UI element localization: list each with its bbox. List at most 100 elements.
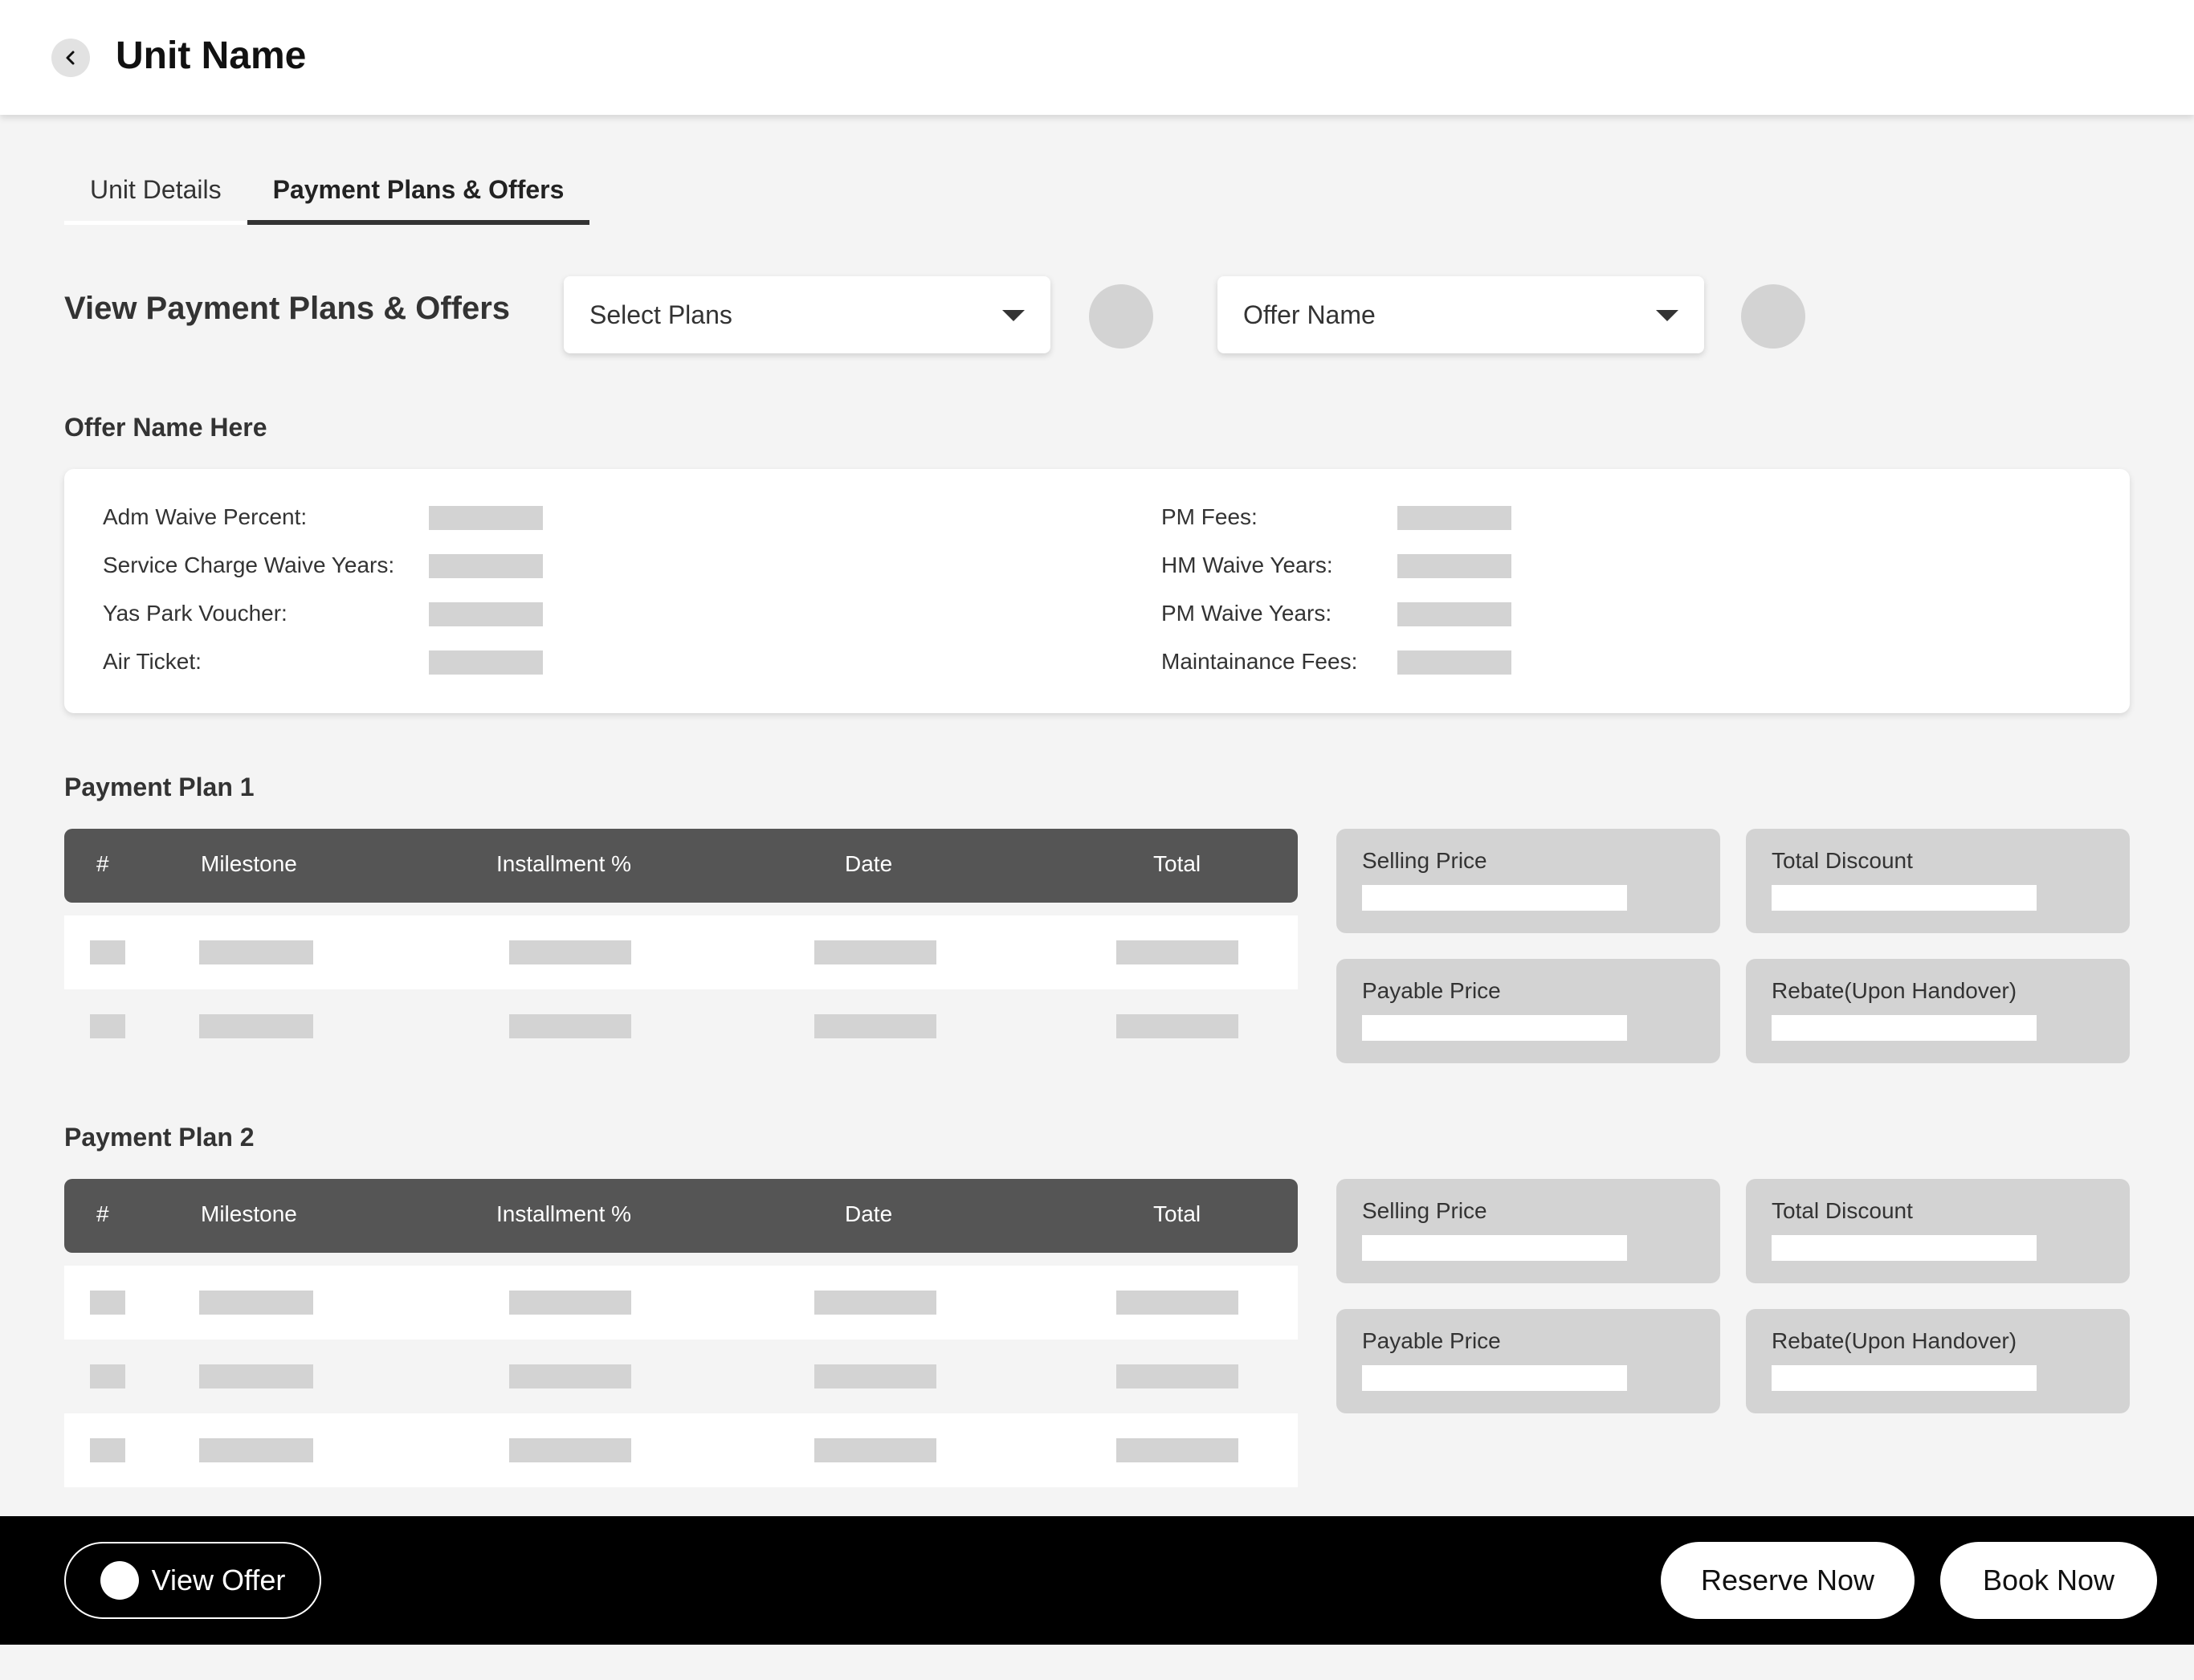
offer-name-dropdown[interactable]: Offer Name (1217, 276, 1704, 353)
total-discount-card: Total Discount (1746, 829, 2130, 933)
caret-down-icon (1002, 310, 1025, 321)
cell-placeholder (814, 1364, 936, 1388)
action-footer: View Offer Reserve Now Book Now (0, 1516, 2194, 1645)
cell-placeholder (1116, 1438, 1238, 1462)
page-title: Unit Name (116, 35, 307, 77)
cell-placeholder (814, 1291, 936, 1315)
payable-price-card: Payable Price (1336, 1309, 1720, 1413)
cell-placeholder (90, 940, 125, 964)
offer-field-value-placeholder (429, 554, 543, 578)
cell-placeholder (90, 1364, 125, 1388)
rebate-value-placeholder (1772, 1365, 2037, 1391)
offer-field-label: PM Fees: (1161, 504, 1258, 529)
offer-field-label: Maintainance Fees: (1161, 649, 1358, 674)
cell-placeholder (509, 940, 631, 964)
payable-price-label: Payable Price (1362, 978, 1501, 1003)
book-now-button[interactable]: Book Now (1940, 1542, 2157, 1619)
total-discount-value-placeholder (1772, 885, 2037, 911)
select-plans-dropdown[interactable]: Select Plans (564, 276, 1050, 353)
cell-placeholder (1116, 1291, 1238, 1315)
table-row (64, 915, 1298, 989)
cell-placeholder (814, 940, 936, 964)
cell-placeholder (814, 1438, 936, 1462)
total-discount-label: Total Discount (1772, 1198, 1913, 1223)
view-offer-button[interactable]: View Offer (64, 1542, 321, 1619)
payment-plan-2-title: Payment Plan 2 (64, 1123, 255, 1152)
cell-placeholder (90, 1014, 125, 1038)
app-header: Unit Name (0, 0, 2194, 115)
selling-price-value-placeholder (1362, 885, 1627, 911)
view-payment-plans-title: View Payment Plans & Offers (64, 291, 511, 326)
col-header-date: Date (845, 1201, 893, 1226)
col-header-installment: Installment % (496, 851, 632, 876)
offer-field-value-placeholder (429, 650, 543, 675)
payment-plan-2-table: # Milestone Installment % Date Total (64, 1179, 1298, 1487)
cell-placeholder (1116, 1364, 1238, 1388)
selling-price-value-placeholder (1362, 1235, 1627, 1261)
payable-price-value-placeholder (1362, 1015, 1627, 1041)
offer-title: Offer Name Here (64, 413, 267, 442)
total-discount-card: Total Discount (1746, 1179, 2130, 1283)
cell-placeholder (90, 1291, 125, 1315)
selling-price-card: Selling Price (1336, 829, 1720, 933)
table-row (64, 1413, 1298, 1487)
col-header-date: Date (845, 851, 893, 876)
offer-field-value-placeholder (1397, 602, 1511, 626)
rebate-card: Rebate(Upon Handover) (1746, 1309, 2130, 1413)
table-row (64, 989, 1298, 1063)
tab-payment-plans-offers[interactable]: Payment Plans & Offers (247, 169, 590, 225)
offer-field-label: Adm Waive Percent: (103, 504, 308, 529)
offer-field-value-placeholder (429, 506, 543, 530)
tab-unit-details[interactable]: Unit Details (64, 169, 247, 225)
view-offer-label: View Offer (151, 1564, 286, 1596)
offer-field-value-placeholder (1397, 650, 1511, 675)
rebate-label: Rebate(Upon Handover) (1772, 978, 2017, 1003)
offer-field-value-placeholder (1397, 506, 1511, 530)
selling-price-label: Selling Price (1362, 1198, 1487, 1223)
payable-price-label: Payable Price (1362, 1328, 1501, 1353)
col-header-number: # (96, 1201, 109, 1226)
offer-field-label: Service Charge Waive Years: (103, 553, 395, 577)
plans-action-button[interactable] (1089, 284, 1153, 349)
cell-placeholder (509, 1014, 631, 1038)
payable-price-value-placeholder (1362, 1365, 1627, 1391)
offer-action-button[interactable] (1741, 284, 1805, 349)
tab-bar: Unit Details Payment Plans & Offers (64, 169, 590, 225)
payable-price-card: Payable Price (1336, 959, 1720, 1063)
payment-plan-1-table: # Milestone Installment % Date Total (64, 829, 1298, 1063)
offer-details-card: Adm Waive Percent: Service Charge Waive … (64, 469, 2130, 713)
cell-placeholder (199, 1364, 313, 1388)
col-header-total: Total (1153, 1201, 1201, 1226)
cell-placeholder (199, 1014, 313, 1038)
col-header-installment: Installment % (496, 1201, 632, 1226)
offer-field-label: Yas Park Voucher: (103, 601, 288, 626)
table-header: # Milestone Installment % Date Total (64, 1179, 1298, 1253)
offer-field-label: Air Ticket: (103, 649, 202, 674)
caret-down-icon (1656, 310, 1678, 321)
chevron-left-icon (66, 51, 75, 65)
cell-placeholder (90, 1438, 125, 1462)
rebate-card: Rebate(Upon Handover) (1746, 959, 2130, 1063)
cell-placeholder (199, 1291, 313, 1315)
col-header-number: # (96, 851, 109, 876)
rebate-label: Rebate(Upon Handover) (1772, 1328, 2017, 1353)
toggle-dot-icon (100, 1561, 139, 1600)
cell-placeholder (509, 1364, 631, 1388)
cell-placeholder (814, 1014, 936, 1038)
table-header: # Milestone Installment % Date Total (64, 829, 1298, 903)
selling-price-card: Selling Price (1336, 1179, 1720, 1283)
payment-plan-1-title: Payment Plan 1 (64, 773, 255, 801)
reserve-now-button[interactable]: Reserve Now (1661, 1542, 1915, 1619)
offer-field-value-placeholder (429, 602, 543, 626)
cell-placeholder (199, 940, 313, 964)
offer-field-label: HM Waive Years: (1161, 553, 1333, 577)
rebate-value-placeholder (1772, 1015, 2037, 1041)
cell-placeholder (199, 1438, 313, 1462)
total-discount-value-placeholder (1772, 1235, 2037, 1261)
offer-name-value: Offer Name (1243, 300, 1376, 329)
cell-placeholder (509, 1438, 631, 1462)
cell-placeholder (1116, 940, 1238, 964)
table-row (64, 1266, 1298, 1340)
offer-field-value-placeholder (1397, 554, 1511, 578)
back-button[interactable] (51, 39, 90, 77)
